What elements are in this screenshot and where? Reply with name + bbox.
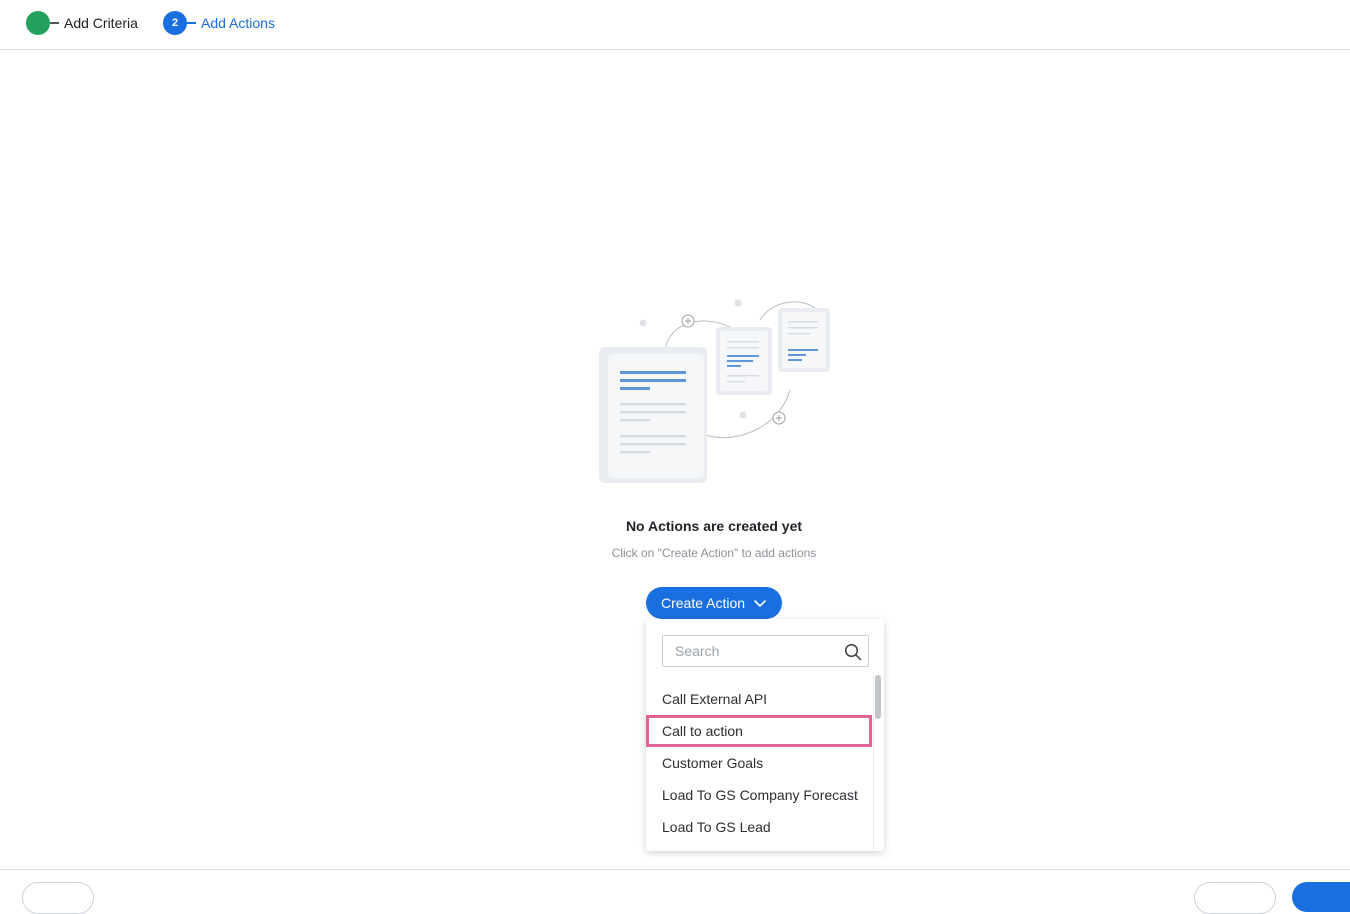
list-item-call-to-action[interactable]: Call to action bbox=[646, 715, 872, 747]
step-done-icon bbox=[26, 11, 50, 35]
empty-documents-illustration bbox=[599, 299, 830, 483]
create-action-dropdown: Call External API Call to action Custome… bbox=[646, 619, 884, 851]
footer-left-button[interactable] bbox=[22, 882, 94, 914]
create-action-button[interactable]: Create Action bbox=[646, 587, 782, 619]
footer-primary-button[interactable] bbox=[1292, 882, 1350, 912]
search-input[interactable] bbox=[663, 636, 833, 666]
chevron-down-icon bbox=[754, 600, 766, 607]
empty-state-subtitle: Click on "Create Action" to add actions bbox=[611, 546, 817, 560]
footer-secondary-button[interactable] bbox=[1194, 882, 1276, 914]
list-item-load-to-gs-lead[interactable]: Load To GS Lead bbox=[646, 811, 872, 843]
list-item-call-external-api[interactable]: Call External API bbox=[646, 683, 872, 715]
step-connector bbox=[50, 22, 59, 24]
search-icon[interactable] bbox=[844, 643, 862, 661]
empty-state-title: No Actions are created yet bbox=[625, 518, 803, 534]
step-add-criteria[interactable]: Add Criteria bbox=[26, 10, 138, 36]
list-item-load-to-gs-company-forecast[interactable]: Load To GS Company Forecast bbox=[646, 779, 872, 811]
step-label: Add Criteria bbox=[64, 15, 138, 31]
wizard-stepper: Add Criteria 2 Add Actions bbox=[0, 0, 1350, 50]
list-item-customer-goals[interactable]: Customer Goals bbox=[646, 747, 872, 779]
create-action-label: Create Action bbox=[660, 595, 746, 611]
action-type-list: Call External API Call to action Custome… bbox=[646, 683, 872, 843]
wizard-footer bbox=[0, 869, 1350, 914]
scrollbar-thumb[interactable] bbox=[875, 675, 881, 719]
step-number-badge: 2 bbox=[163, 11, 187, 35]
dropdown-scrollbar[interactable] bbox=[873, 673, 882, 849]
dropdown-search bbox=[662, 635, 869, 667]
step-add-actions[interactable]: 2 Add Actions bbox=[163, 10, 275, 36]
step-connector bbox=[187, 22, 196, 24]
step-label: Add Actions bbox=[201, 15, 275, 31]
